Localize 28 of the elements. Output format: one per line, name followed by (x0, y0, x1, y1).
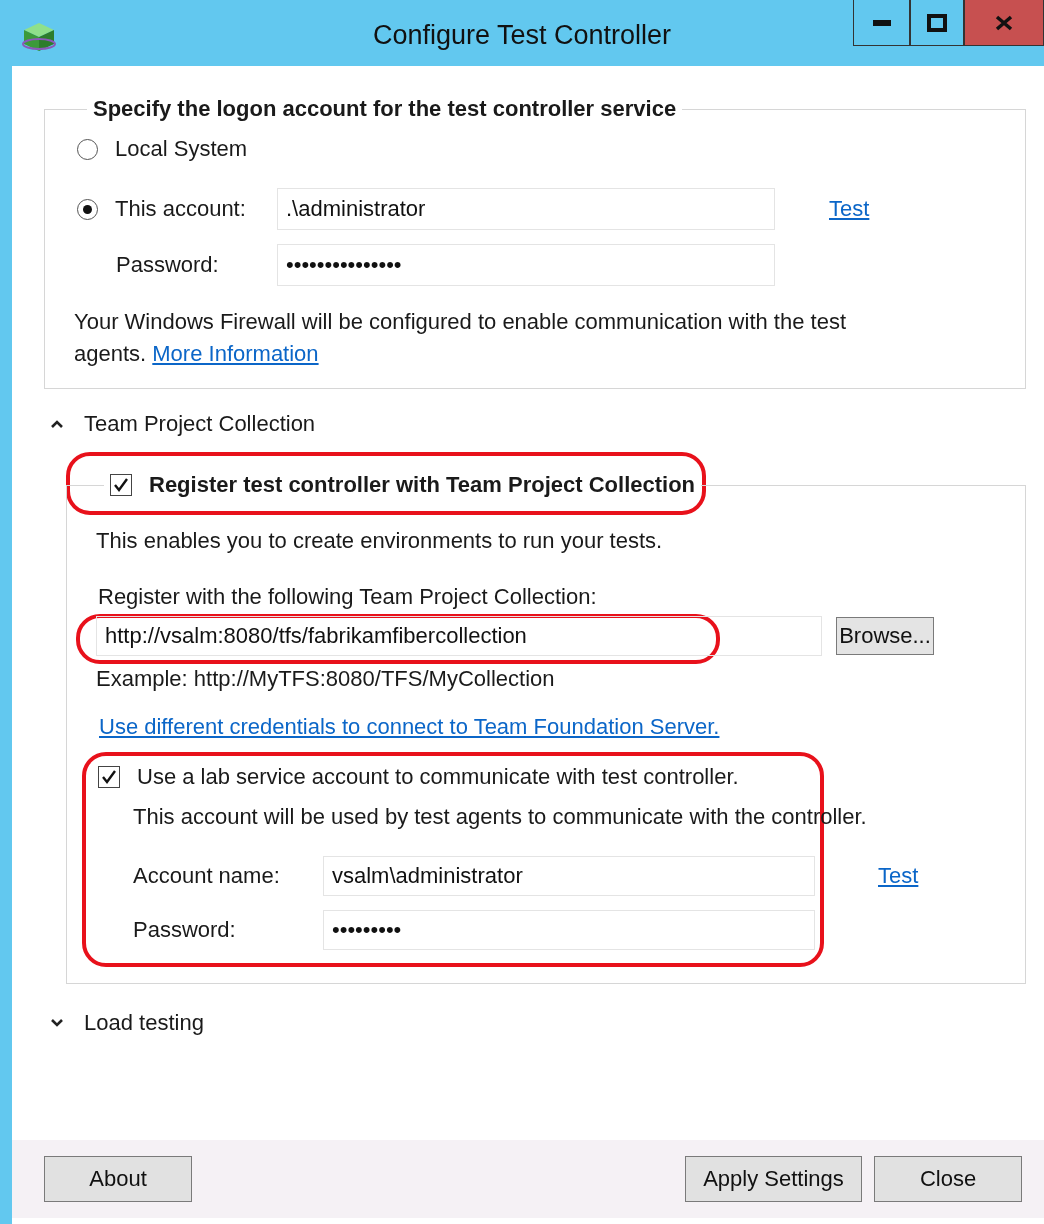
account-field[interactable]: .\administrator (277, 188, 775, 230)
description-text: This enables you to create environments to run your tests. (96, 527, 664, 555)
about-button[interactable]: About (44, 1156, 192, 1202)
radio-label: This account: (115, 196, 247, 222)
register-label: Register test controller with Team Project Collection (149, 472, 696, 498)
collection-url-field[interactable]: http://vsalm:8080/tfs/fabrikamfibercollection (96, 616, 822, 656)
more-information-link[interactable]: More Information (152, 341, 319, 366)
collection-label: Register with the following Team Project Collection: (98, 583, 598, 611)
test-link[interactable]: Test (829, 196, 870, 222)
account-name-field[interactable]: vsalm\administrator (323, 856, 815, 896)
group-title: Specify the logon account for the test controller service (92, 96, 678, 122)
browse-button[interactable]: Browse... (836, 617, 934, 655)
password-label: Password: (133, 917, 237, 943)
section-title: Load testing (84, 1010, 204, 1036)
example-text: Example: http://MyTFS:8080/TFS/MyCollection (96, 665, 556, 693)
credentials-link[interactable]: Use different credentials to connect to Team Foundation Server. (99, 714, 720, 739)
password-label: Password: (116, 252, 220, 278)
password-field[interactable]: ••••••••• (323, 910, 815, 950)
window-title: Configure Test Controller (372, 20, 672, 51)
radio-label: Local System (115, 136, 249, 162)
apply-settings-button[interactable]: Apply Settings (685, 1156, 862, 1202)
test-link[interactable]: Test (878, 863, 919, 889)
close-button[interactable]: Close (874, 1156, 1022, 1202)
section-title: Team Project Collection (84, 411, 316, 437)
lab-account-label: Use a lab service account to communicate with test controller. (137, 764, 739, 790)
account-name-label: Account name: (133, 863, 281, 889)
firewall-note: Your Windows Firewall will be configured to enable communication with the test agents. More Information (74, 308, 847, 368)
password-field[interactable]: ••••••••••••••• (277, 244, 775, 286)
